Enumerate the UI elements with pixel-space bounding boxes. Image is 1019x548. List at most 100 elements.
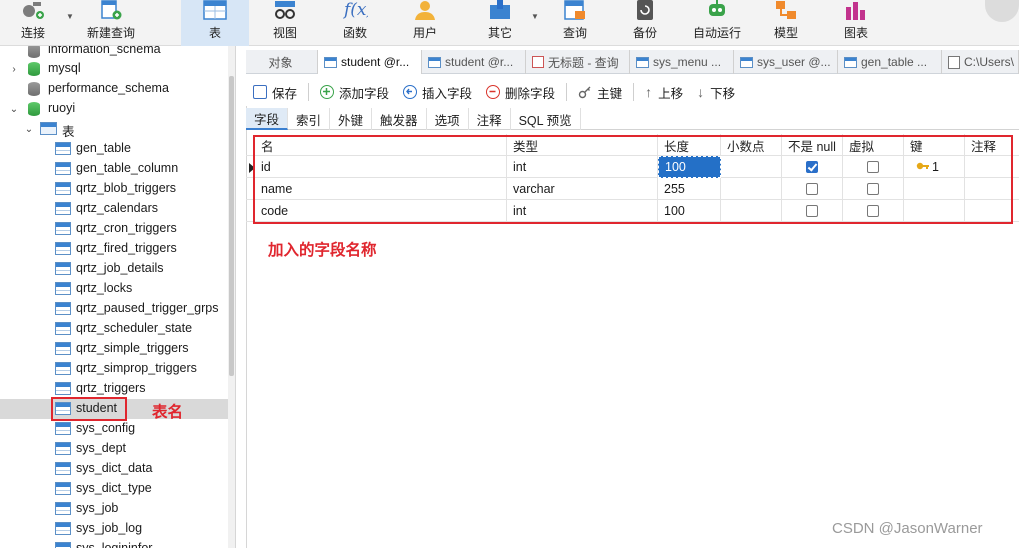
insert-field-button[interactable]: 插入字段 xyxy=(396,78,479,106)
key-icon xyxy=(578,85,592,99)
tree-table-item[interactable]: qrtz_paused_trigger_grps xyxy=(0,299,235,319)
connect-dropdown-icon[interactable]: ▼ xyxy=(66,12,74,21)
collapse-chevron-icon[interactable]: ⌄ xyxy=(24,124,34,135)
tab-student-data[interactable]: student @r... xyxy=(422,50,526,74)
tree-table-item[interactable]: sys_job_log xyxy=(0,519,235,539)
tab-label: sys_menu ... xyxy=(653,55,722,69)
table-button[interactable]: 表 xyxy=(181,0,249,46)
connect-button[interactable]: 连接 xyxy=(8,0,58,46)
tree-table-item[interactable]: sys_logininfor xyxy=(0,539,235,548)
tree-table-item[interactable]: qrtz_scheduler_state xyxy=(0,319,235,339)
tab-label: C:\Users\ xyxy=(964,55,1015,69)
tree-table-item[interactable]: qrtz_triggers xyxy=(0,379,235,399)
save-button[interactable]: 保存 xyxy=(246,78,304,106)
automation-button[interactable]: 自动运行 xyxy=(688,0,746,46)
tab-untitled-query[interactable]: 无标题 - 查询 xyxy=(526,50,630,74)
new-query-button[interactable]: 新建查询 xyxy=(82,0,140,46)
fields-highlight-box xyxy=(253,135,1013,224)
primary-key-label: 主键 xyxy=(597,86,623,101)
subtab-triggers[interactable]: 触发器 xyxy=(372,108,427,130)
tree-scrollbar-thumb[interactable] xyxy=(229,76,234,376)
tree-table-label: qrtz_job_details xyxy=(76,261,164,275)
subtab-options[interactable]: 选项 xyxy=(427,108,469,130)
tree-table-item[interactable]: qrtz_job_details xyxy=(0,259,235,279)
delete-field-button[interactable]: 删除字段 xyxy=(479,78,562,106)
tree-folder-tables[interactable]: ⌄ 表 xyxy=(0,119,235,139)
function-button[interactable]: f(x) 函数 xyxy=(332,0,378,46)
table-icon xyxy=(324,56,337,68)
subtab-sql-preview[interactable]: SQL 预览 xyxy=(511,108,581,130)
tree-table-item[interactable]: sys_job xyxy=(0,499,235,519)
query-label: 查询 xyxy=(562,26,587,40)
tree-table-item[interactable]: qrtz_blob_triggers xyxy=(0,179,235,199)
query-button[interactable]: 查询 xyxy=(552,0,598,46)
tab-label: sys_user @... xyxy=(757,55,831,69)
tree-table-item[interactable]: qrtz_locks xyxy=(0,279,235,299)
tab-sys-menu[interactable]: sys_menu ... xyxy=(630,50,734,74)
tree-table-item[interactable]: sys_dict_data xyxy=(0,459,235,479)
tree-table-item[interactable]: qrtz_cron_triggers xyxy=(0,219,235,239)
collapse-chevron-icon[interactable]: ⌄ xyxy=(9,104,19,115)
tree-table-item[interactable]: qrtz_simple_triggers xyxy=(0,339,235,359)
tree-db-mysql[interactable]: › mysql xyxy=(0,59,235,79)
tree-table-item[interactable]: sys_dict_type xyxy=(0,479,235,499)
main-toolbar: 连接 ▼ 新建查询 表 视图 f(x) 函数 用户 其它 ▼ xyxy=(0,0,1019,46)
tab-objects[interactable]: 对象 xyxy=(246,50,318,74)
arrow-up-icon: ↑ xyxy=(645,84,653,100)
avatar[interactable] xyxy=(985,0,1019,22)
automation-label: 自动运行 xyxy=(692,26,741,40)
primary-key-button[interactable]: 主键 xyxy=(571,78,629,106)
view-button[interactable]: 视图 xyxy=(262,0,308,46)
tree-table-label: qrtz_scheduler_state xyxy=(76,321,193,335)
tree-table-item[interactable]: gen_table_column xyxy=(0,159,235,179)
table-icon xyxy=(55,302,71,315)
design-action-bar: 保存 添加字段 插入字段 删除字段 主键 ↑ 上移 ↓ 下移 xyxy=(246,78,1019,106)
tree-db-ruoyi[interactable]: ⌄ ruoyi xyxy=(0,99,235,119)
toolbar-divider xyxy=(566,83,568,101)
backup-button[interactable]: 备份 xyxy=(622,0,668,46)
tree-table-item[interactable]: qrtz_fired_triggers xyxy=(0,239,235,259)
tree-scrollbar[interactable] xyxy=(228,46,235,548)
model-button[interactable]: 模型 xyxy=(763,0,809,46)
subtab-indexes[interactable]: 索引 xyxy=(288,108,331,130)
subtab-foreign-keys[interactable]: 外键 xyxy=(330,108,373,130)
tree-db-performance-schema[interactable]: performance_schema xyxy=(0,79,235,99)
subtab-fields[interactable]: 字段 xyxy=(246,108,289,130)
tree-db-information-schema[interactable]: information_schema xyxy=(0,46,235,60)
tab-gen-table[interactable]: gen_table ... xyxy=(838,50,942,74)
subtab-comment[interactable]: 注释 xyxy=(469,108,511,130)
tree-table-item[interactable]: sys_dept xyxy=(0,439,235,459)
save-icon xyxy=(253,85,267,99)
tab-sys-user[interactable]: sys_user @... xyxy=(734,50,838,74)
tree-table-label: qrtz_calendars xyxy=(76,201,158,215)
other-dropdown-icon[interactable]: ▼ xyxy=(531,12,539,21)
table-icon xyxy=(55,442,71,455)
tab-file-path[interactable]: C:\Users\ xyxy=(942,50,1019,74)
chart-button[interactable]: 图表 xyxy=(833,0,879,46)
user-button[interactable]: 用户 xyxy=(402,0,448,46)
tree-folder-label: 表 xyxy=(62,125,75,139)
table-icon xyxy=(55,462,71,475)
tree-table-label: sys_dict_data xyxy=(76,461,153,475)
fields-annotation: 加入的字段名称 xyxy=(268,242,377,259)
move-up-button[interactable]: ↑ 上移 xyxy=(638,78,690,106)
table-folder-icon xyxy=(40,122,57,135)
add-field-button[interactable]: 添加字段 xyxy=(313,78,396,106)
insert-field-label: 插入字段 xyxy=(422,86,473,101)
arrow-down-icon: ↓ xyxy=(697,84,705,100)
table-icon xyxy=(55,222,71,235)
tree-table-label: qrtz_locks xyxy=(76,281,133,295)
tree-table-label: qrtz_cron_triggers xyxy=(76,221,177,235)
backup-label: 备份 xyxy=(632,26,657,40)
tree-table-item[interactable]: qrtz_calendars xyxy=(0,199,235,219)
tree-table-label: qrtz_blob_triggers xyxy=(76,181,177,195)
tree-table-item[interactable]: sys_config xyxy=(0,419,235,439)
tree-table-item[interactable]: gen_table xyxy=(0,139,235,159)
tree-table-item[interactable]: qrtz_simprop_triggers xyxy=(0,359,235,379)
tab-student-design[interactable]: student @r... xyxy=(318,50,422,74)
add-field-label: 添加字段 xyxy=(339,86,390,101)
move-down-button[interactable]: ↓ 下移 xyxy=(690,78,742,106)
expand-chevron-icon[interactable]: › xyxy=(9,64,19,75)
other-button[interactable]: 其它 xyxy=(477,0,523,46)
user-icon xyxy=(412,0,438,21)
